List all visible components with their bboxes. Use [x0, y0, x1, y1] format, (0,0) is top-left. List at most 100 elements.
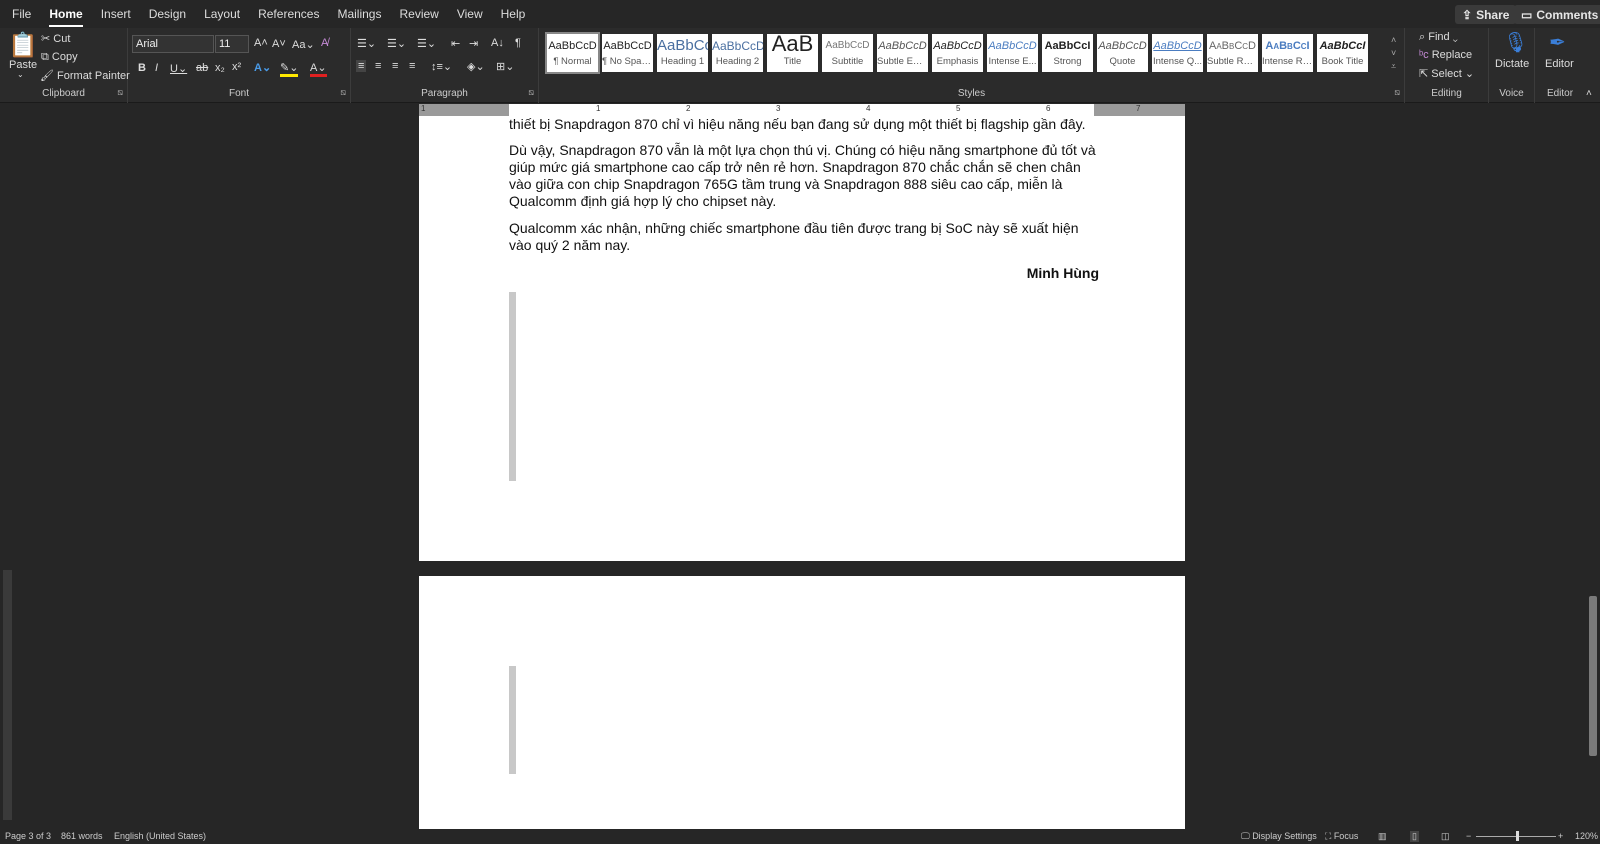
- share-button[interactable]: ⇪ Share: [1455, 5, 1517, 24]
- paragraph-group: ☰⌄ ☰⌄ ☰⌄ ⇤ ⇥ A↓ ¶ ≡ ≡ ≡ ≡ ↕≡⌄ ◈⌄ ⊞⌄ Para…: [351, 28, 539, 103]
- increase-indent-icon[interactable]: ⇥: [469, 37, 478, 50]
- document-page-next[interactable]: [419, 576, 1185, 829]
- line-spacing-icon[interactable]: ↕≡⌄: [431, 60, 452, 73]
- vertical-scrollbar[interactable]: [1589, 116, 1597, 828]
- display-settings-button[interactable]: 🖵 Display Settings: [1241, 831, 1317, 842]
- shrink-font-icon[interactable]: A˅: [272, 38, 286, 50]
- shading-icon[interactable]: ◈⌄: [467, 60, 485, 73]
- dialog-launcher-icon[interactable]: ⧅: [117, 87, 123, 98]
- focus-button[interactable]: ⛶ Focus: [1325, 831, 1358, 842]
- font-size-select[interactable]: 11: [215, 35, 249, 53]
- read-mode-icon[interactable]: ▥: [1378, 831, 1387, 842]
- vertical-ruler[interactable]: [3, 570, 12, 820]
- style-subtle-reference[interactable]: AaBbCcD Subtle Ref...: [1207, 34, 1258, 72]
- align-center-icon[interactable]: ≡: [375, 60, 381, 72]
- underline-icon[interactable]: U⌄: [170, 62, 187, 75]
- style-intense-quote[interactable]: AaBbCcD Intense Q...: [1152, 34, 1203, 72]
- sort-icon[interactable]: A↓: [491, 37, 504, 49]
- tab-review[interactable]: Review: [399, 3, 438, 25]
- print-layout-icon[interactable]: ▯: [1410, 831, 1419, 842]
- align-left-icon[interactable]: ≡: [356, 60, 367, 72]
- style-normal[interactable]: AaBbCcD ¶ Normal: [545, 32, 600, 74]
- zoom-level[interactable]: 120%: [1575, 831, 1598, 841]
- change-case-icon[interactable]: Aa⌄: [292, 38, 315, 51]
- superscript-icon[interactable]: x²: [232, 61, 241, 73]
- tab-help[interactable]: Help: [501, 3, 526, 25]
- style-strong[interactable]: AaBbCcI Strong: [1042, 34, 1093, 72]
- tab-mailings[interactable]: Mailings: [337, 3, 381, 25]
- format-painter-button[interactable]: 🖌 Format Painter: [40, 69, 130, 82]
- font-name-select[interactable]: Arial: [132, 35, 214, 53]
- tab-references[interactable]: References: [258, 3, 319, 25]
- find-button[interactable]: ⌕ Find ⌄: [1419, 31, 1458, 44]
- style-book-title[interactable]: AaBbCcI Book Title: [1317, 34, 1368, 72]
- italic-icon[interactable]: I: [155, 62, 158, 74]
- justify-icon[interactable]: ≡: [409, 60, 415, 72]
- align-right-icon[interactable]: ≡: [392, 60, 398, 72]
- horizontal-ruler[interactable]: 1 1 2 3 4 5 6 7: [419, 104, 1185, 116]
- style-subtle-emphasis[interactable]: AaBbCcD Subtle Em...: [877, 34, 928, 72]
- copy-button[interactable]: ⧉ Copy: [41, 51, 78, 64]
- style-subtitle[interactable]: AaBbCcD Subtitle: [822, 34, 873, 72]
- web-layout-icon[interactable]: ◫: [1441, 831, 1450, 842]
- numbering-icon[interactable]: ☰⌄: [387, 37, 406, 50]
- multilevel-list-icon[interactable]: ☰⌄: [417, 37, 436, 50]
- style-intense-reference[interactable]: AaBbCcI Intense Re...: [1262, 34, 1313, 72]
- page-count[interactable]: Page 3 of 3: [5, 831, 51, 841]
- paragraph-label: Paragraph: [421, 88, 468, 99]
- dialog-launcher-icon[interactable]: ⧅: [340, 87, 346, 98]
- paragraph: Dù vậy, Snapdragon 870 vẫn là một lựa ch…: [509, 142, 1096, 209]
- ruler-tick: 3: [776, 104, 781, 113]
- style-emphasis[interactable]: AaBbCcD Emphasis: [932, 34, 983, 72]
- highlight-icon[interactable]: ✎⌄: [280, 61, 299, 77]
- style-quote[interactable]: AaBbCcD Quote: [1097, 34, 1148, 72]
- style-heading-1[interactable]: AaBbCc Heading 1: [657, 34, 708, 72]
- ruler-tick: 7: [1136, 104, 1141, 113]
- replace-button[interactable]: ᵇc Replace: [1419, 49, 1472, 61]
- style-no-spacing[interactable]: AaBbCcD ¶ No Spac...: [602, 34, 653, 72]
- clear-formatting-icon[interactable]: A̸: [321, 37, 328, 49]
- zoom-in-icon[interactable]: +: [1558, 831, 1563, 841]
- comments-button[interactable]: ▭ Comments: [1514, 5, 1600, 24]
- dialog-launcher-icon[interactable]: ⧅: [528, 87, 534, 98]
- tab-file[interactable]: File: [12, 3, 31, 25]
- pilcrow-icon[interactable]: ¶: [515, 37, 521, 49]
- microphone-icon[interactable]: 🎙: [1503, 30, 1528, 55]
- tab-view[interactable]: View: [457, 3, 483, 25]
- tab-layout[interactable]: Layout: [204, 3, 240, 25]
- cut-button[interactable]: ✂ Cut: [41, 32, 70, 45]
- paste-icon[interactable]: 📋: [8, 31, 38, 60]
- document-page-3[interactable]: thiết bị Snapdragon 870 chỉ vì hiệu năng…: [419, 116, 1185, 561]
- scrollbar-thumb[interactable]: [1589, 596, 1597, 756]
- zoom-slider-thumb[interactable]: [1516, 831, 1519, 841]
- font-color-icon[interactable]: A⌄: [310, 61, 327, 77]
- font-label: Font: [228, 88, 249, 99]
- ribbon-tabs: File Home Insert Design Layout Reference…: [0, 0, 1600, 28]
- text-effects-icon[interactable]: A⌄: [254, 61, 271, 74]
- style-intense-emphasis[interactable]: AaBbCcD Intense E...: [987, 34, 1038, 72]
- select-button[interactable]: ⇱ Select ⌄: [1419, 67, 1474, 80]
- tab-design[interactable]: Design: [149, 3, 186, 25]
- style-title[interactable]: AaB Title: [767, 34, 818, 72]
- tab-home[interactable]: Home: [49, 3, 84, 27]
- word-count[interactable]: 861 words: [61, 831, 103, 841]
- subscript-icon[interactable]: x₂: [215, 62, 225, 74]
- bold-icon[interactable]: B: [138, 62, 146, 74]
- grow-font-icon[interactable]: A˄: [254, 37, 268, 49]
- chevron-down-icon[interactable]: ⌄: [17, 70, 24, 79]
- styles-scroll-icon[interactable]: ˄ ˅ ⩡: [1391, 34, 1396, 73]
- decrease-indent-icon[interactable]: ⇤: [451, 37, 460, 50]
- dictate-button[interactable]: Dictate: [1495, 58, 1529, 70]
- style-heading-2[interactable]: AaBbCcD Heading 2: [712, 34, 763, 72]
- collapse-ribbon-icon[interactable]: ˄: [1586, 88, 1592, 99]
- strikethrough-icon[interactable]: ab: [196, 62, 208, 74]
- language-indicator[interactable]: English (United States): [114, 831, 206, 841]
- borders-icon[interactable]: ⊞⌄: [496, 60, 514, 73]
- bullets-icon[interactable]: ☰⌄: [357, 37, 376, 50]
- editor-pen-icon[interactable]: ✒: [1549, 30, 1566, 55]
- zoom-out-icon[interactable]: −: [1466, 831, 1471, 841]
- dialog-launcher-icon[interactable]: ⧅: [1394, 87, 1400, 98]
- editing-label: Editing: [1431, 88, 1462, 99]
- tab-insert[interactable]: Insert: [101, 3, 131, 25]
- editor-button[interactable]: Editor: [1545, 58, 1574, 70]
